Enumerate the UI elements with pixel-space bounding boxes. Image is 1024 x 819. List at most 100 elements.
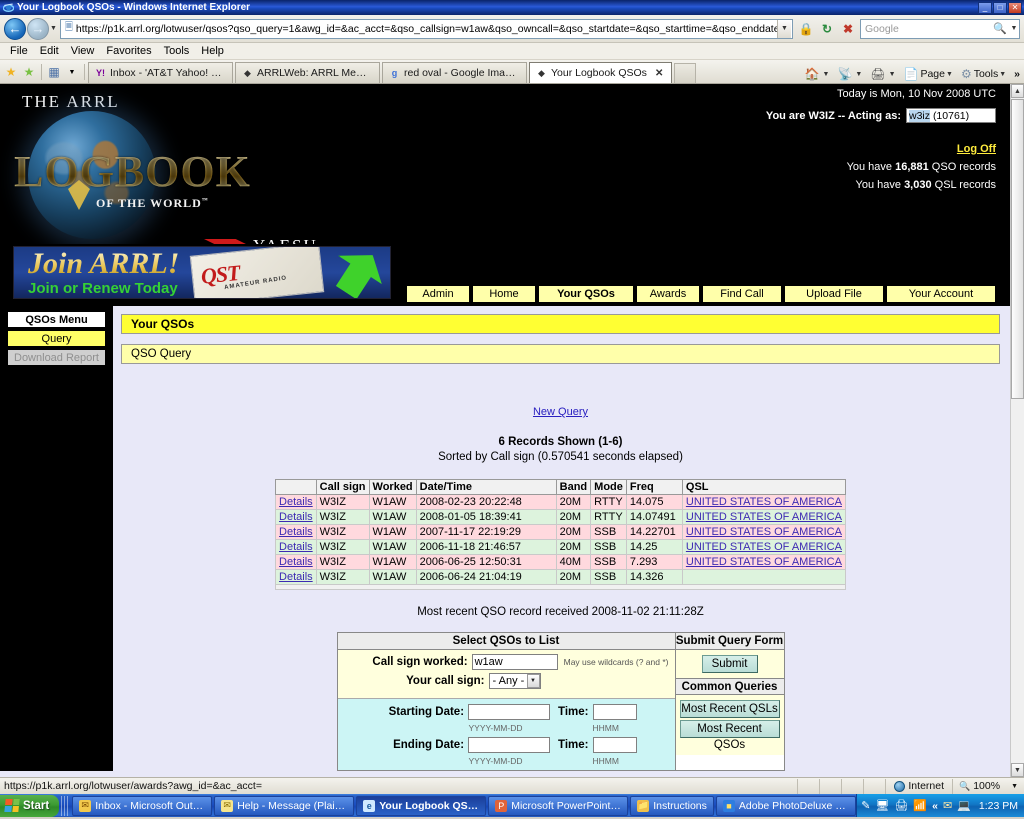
taskbar-grip[interactable] (61, 795, 69, 816)
network-tray-icon[interactable]: 💻 (957, 799, 971, 812)
add-favorite-icon[interactable]: ★ (2, 61, 20, 83)
sidebar-item-query[interactable]: Query (7, 330, 106, 347)
zoom-dropdown-icon[interactable]: ▼ (1011, 783, 1018, 790)
browser-tab-3[interactable]: ◆ Your Logbook QSOs ✕ (529, 62, 673, 83)
tray-overflow-icon[interactable]: « (932, 800, 938, 812)
refresh-icon[interactable]: ↻ (817, 19, 837, 39)
tablet-icon[interactable]: 🖥 (875, 799, 889, 812)
log-off-link[interactable]: Log Off (656, 143, 996, 155)
quick-tabs-icon[interactable]: ▦ (45, 61, 63, 83)
scroll-up-arrow[interactable]: ▲ (1011, 84, 1024, 98)
lotw-logo[interactable]: THE ARRL LOGBOOK OF THE WORLD™ (0, 84, 330, 244)
pen-icon[interactable]: ✎ (861, 799, 870, 812)
vertical-scrollbar[interactable]: ▲ ▼ (1010, 84, 1024, 777)
browser-tab-1[interactable]: ◆ ARRLWeb: ARRL Member Se... (235, 62, 380, 83)
details-link[interactable]: Details (279, 526, 313, 538)
security-lock-icon[interactable]: 🔒 (796, 19, 816, 39)
tab-list-dropdown-icon[interactable]: ▼ (63, 61, 81, 83)
stop-icon[interactable]: ✖ (838, 19, 858, 39)
toolbar-overflow-button[interactable]: » (1012, 68, 1022, 80)
nav-tab-your-qsos[interactable]: Your QSOs (538, 285, 634, 303)
page-menu-button[interactable]: 📄 Page ▼ (902, 67, 958, 81)
scroll-down-arrow[interactable]: ▼ (1011, 763, 1024, 777)
nav-tab-upload-file[interactable]: Upload File (784, 285, 884, 303)
taskbar-clock[interactable]: 1:23 PM (979, 800, 1018, 812)
callsign-worked-input[interactable]: w1aw (471, 654, 558, 670)
tools-dropdown-icon[interactable]: ▼ (999, 71, 1006, 78)
address-dropdown-icon[interactable]: ▼ (777, 19, 791, 38)
ending-date-input[interactable] (468, 737, 551, 753)
nav-tab-admin[interactable]: Admin (406, 285, 470, 303)
nav-tab-awards[interactable]: Awards (636, 285, 700, 303)
sidebar-item-download-report[interactable]: Download Report (7, 349, 106, 366)
menu-tools[interactable]: Tools (158, 43, 196, 60)
qsl-link[interactable]: UNITED STATES OF AMERICA (686, 496, 842, 508)
nav-tab-find-call[interactable]: Find Call (702, 285, 782, 303)
browser-tab-2[interactable]: g red oval - Google Image Sea... (382, 62, 527, 83)
taskbar-item-outlook[interactable]: ✉ Inbox - Microsoft Outlook (72, 795, 213, 816)
details-link[interactable]: Details (279, 556, 313, 568)
taskbar-item-internet-explorer[interactable]: e Your Logbook QSOs - ... (356, 795, 487, 816)
print-dropdown-icon[interactable]: ▼ (889, 71, 896, 78)
wireless-icon[interactable]: 📶 (913, 799, 927, 812)
starting-time-input[interactable] (592, 704, 637, 720)
favorites-center-icon[interactable]: ★ (20, 61, 38, 83)
taskbar-item-powerpoint[interactable]: P Microsoft PowerPoint - [... (488, 795, 629, 816)
search-box[interactable]: Google 🔍 ▼ (860, 18, 1020, 39)
scrollbar-thumb[interactable] (1011, 99, 1024, 399)
details-link[interactable]: Details (279, 511, 313, 523)
menu-favorites[interactable]: Favorites (100, 43, 157, 60)
back-button[interactable]: ← (4, 17, 26, 40)
acting-as-select[interactable]: w3iz (10761) (906, 108, 996, 123)
close-tab-icon[interactable]: ✕ (651, 68, 663, 79)
browser-tab-0[interactable]: Y! Inbox - 'AT&T Yahoo! Mail' (88, 62, 233, 83)
home-button[interactable]: 🏠 ▼ (803, 67, 835, 81)
menu-edit[interactable]: Edit (34, 43, 65, 60)
maximize-button[interactable]: □ (993, 1, 1007, 14)
zoom-control[interactable]: 🔍 100% ▼ (952, 778, 1024, 794)
details-link[interactable]: Details (279, 496, 313, 508)
new-tab-button[interactable] (674, 63, 697, 83)
nav-tab-your-account[interactable]: Your Account (886, 285, 996, 303)
chevron-down-icon[interactable]: ▼ (526, 674, 540, 688)
feeds-dropdown-icon[interactable]: ▼ (855, 71, 862, 78)
most-recent-qsos-button[interactable]: Most Recent QSOs (679, 720, 780, 751)
taskbar-item-photodeluxe[interactable]: ■ Adobe PhotoDeluxe Hom... (715, 795, 856, 816)
details-link[interactable]: Details (279, 571, 313, 583)
menu-help[interactable]: Help (195, 43, 230, 60)
most-recent-qsls-button[interactable]: Most Recent QSLs (679, 700, 780, 718)
mail-tray-icon[interactable]: ✉ (943, 799, 952, 812)
qsl-link[interactable]: UNITED STATES OF AMERICA (686, 511, 842, 523)
new-query-link[interactable]: New Query (533, 406, 588, 418)
feeds-button[interactable]: 📡 ▼ (835, 67, 867, 81)
address-bar[interactable]: 🗏 https://p1k.arrl.org/lotwuser/qsos?qso… (59, 18, 793, 39)
start-button[interactable]: Start (0, 794, 60, 817)
print-button[interactable]: 🖨 ▼ (868, 67, 900, 81)
details-link[interactable]: Details (279, 541, 313, 553)
minimize-button[interactable]: _ (978, 1, 992, 14)
menu-file[interactable]: File (4, 43, 34, 60)
page-dropdown-icon[interactable]: ▼ (946, 71, 953, 78)
security-zone[interactable]: Internet (885, 778, 952, 794)
menu-view[interactable]: View (65, 43, 101, 60)
taskbar-item-instructions-folder[interactable]: 📁 Instructions (630, 795, 714, 816)
starting-date-input[interactable] (468, 704, 551, 720)
search-input[interactable]: Google (861, 23, 991, 35)
home-dropdown-icon[interactable]: ▼ (823, 71, 830, 78)
search-icon[interactable]: 🔍 (991, 22, 1009, 35)
printer-tray-icon[interactable]: 🖨 (894, 799, 908, 812)
close-button[interactable]: ✕ (1008, 1, 1022, 14)
ending-time-input[interactable] (592, 737, 637, 753)
qsl-link[interactable]: UNITED STATES OF AMERICA (686, 556, 842, 568)
submit-button[interactable]: Submit (701, 655, 758, 673)
your-callsign-select[interactable]: - Any - ▼ (488, 673, 541, 689)
recent-pages-dropdown-icon[interactable]: ▼ (49, 25, 58, 32)
nav-tab-home[interactable]: Home (472, 285, 536, 303)
taskbar-item-mail-message[interactable]: ✉ Help - Message (Plain Te... (214, 795, 355, 816)
search-provider-dropdown-icon[interactable]: ▼ (1009, 25, 1019, 32)
forward-button[interactable]: → (27, 17, 49, 40)
qsl-link[interactable]: UNITED STATES OF AMERICA (686, 526, 842, 538)
join-arrl-banner-ad[interactable]: QST AMATEUR RADIO Join ARRL! Join or Ren… (13, 246, 391, 299)
qsl-link[interactable]: UNITED STATES OF AMERICA (686, 541, 842, 553)
tools-menu-button[interactable]: ⚙ Tools ▼ (959, 67, 1011, 81)
